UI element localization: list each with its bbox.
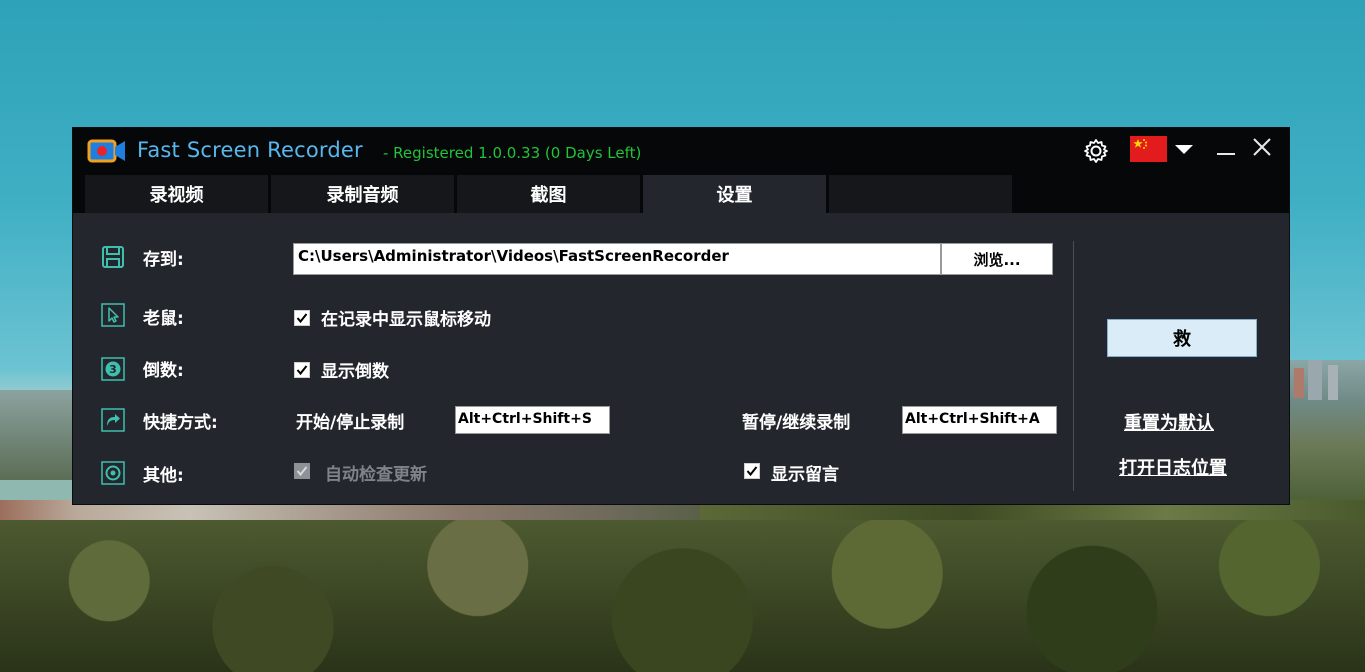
mouse-label: 老鼠: [143,309,184,329]
china-flag-icon[interactable] [1130,136,1167,162]
auto-update-checkbox [294,463,310,479]
settings-icon [101,461,125,485]
tab-empty [829,175,1012,213]
save-icon [102,246,124,268]
registration-status: - Registered 1.0.0.33 (0 Days Left) [383,144,642,162]
gear-icon[interactable] [1083,138,1109,164]
save-path-input[interactable]: C:\Users\Administrator\Videos\FastScreen… [293,243,941,275]
city-right [1288,360,1365,500]
save-button[interactable]: 救 [1107,319,1257,357]
svg-text:3: 3 [109,363,117,376]
show-message-label: 显示留言 [771,465,839,485]
tab-settings[interactable]: 设置 [643,175,826,213]
vertical-divider [1073,241,1074,491]
show-mouse-label: 在记录中显示鼠标移动 [321,310,491,330]
app-title: Fast Screen Recorder [137,138,363,162]
show-mouse-checkbox[interactable] [294,310,310,326]
app-logo-icon [87,139,125,163]
shortcut-icon [101,408,125,432]
reset-default-link[interactable]: 重置为默认 [1124,409,1214,435]
cursor-icon [101,303,125,327]
shortcuts-label: 快捷方式: [143,413,218,433]
other-label: 其他: [143,466,184,486]
auto-update-label: 自动检查更新 [325,465,427,485]
start-stop-hotkey-input[interactable]: Alt+Ctrl+Shift+S [455,406,610,434]
show-countdown-checkbox[interactable] [294,362,310,378]
pause-resume-label: 暂停/继续录制 [742,413,851,433]
countdown-label: 倒数: [143,361,184,381]
show-message-checkbox[interactable] [744,463,760,479]
browse-button[interactable]: 浏览... [941,243,1053,275]
city-left [0,390,80,480]
tab-record-video[interactable]: 录视频 [85,175,268,213]
tab-record-audio[interactable]: 录制音频 [271,175,454,213]
pause-resume-hotkey-input[interactable]: Alt+Ctrl+Shift+A [902,406,1057,434]
trees [0,520,1365,672]
tab-screenshot[interactable]: 截图 [457,175,640,213]
open-log-location-link[interactable]: 打开日志位置 [1119,454,1227,480]
title-bar: Fast Screen Recorder - Registered 1.0.0.… [73,128,1289,213]
countdown-icon: 3 [101,357,125,381]
language-dropdown-caret-icon[interactable] [1175,145,1193,154]
app-window: Fast Screen Recorder - Registered 1.0.0.… [72,127,1290,505]
save-to-label: 存到: [143,250,184,270]
show-countdown-label: 显示倒数 [321,362,389,382]
start-stop-label: 开始/停止录制 [296,413,405,433]
minimize-button[interactable] [1215,140,1237,162]
close-icon[interactable] [1251,136,1273,158]
